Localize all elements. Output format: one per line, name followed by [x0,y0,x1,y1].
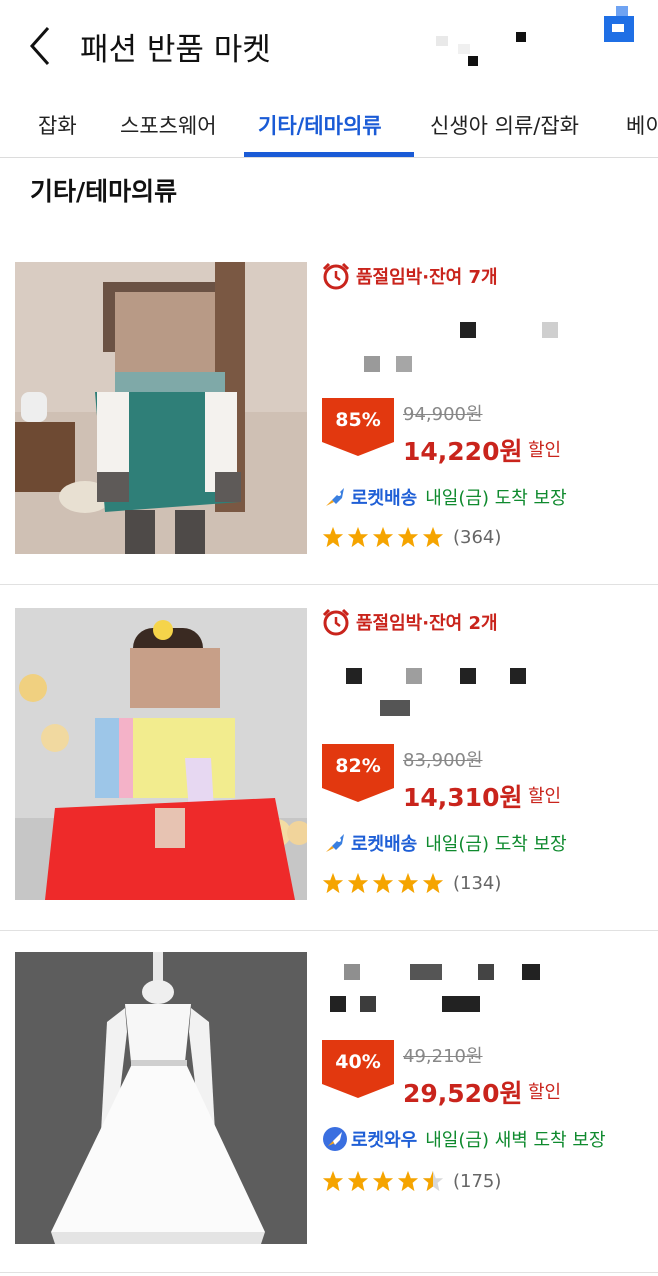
sale-price: 29,520원 [403,1079,523,1108]
sale-price: 14,220원 [403,437,523,466]
discount-badge: 85% [322,398,394,456]
review-count: (364) [453,526,502,548]
star-icon [372,526,394,548]
section-title: 기타/테마의류 [30,177,178,206]
rocket-wow-icon [323,1127,347,1151]
stock-alert-text: 품절임박·잔여 2개 [356,613,498,634]
sale-suffix: 할인 [528,786,562,807]
delivery-brand: 로켓배송 [351,488,418,509]
star-icon [322,1170,344,1192]
star-icon [397,526,419,548]
discount-badge: 40% [322,1040,394,1098]
rating: (175) [322,1170,501,1192]
review-count: (134) [453,872,502,894]
discount-badge: 82% [322,744,394,802]
star-rating [322,526,447,548]
product-card[interactable]: 품절임박·잔여 2개 82% 83,900원 14,310원 할인 로켓배송 내… [0,608,658,930]
app-logo-icon [604,6,634,42]
delivery-text: 내일(금) 도착 보장 [425,488,567,509]
sale-price: 14,310원 [403,783,523,812]
sale-suffix: 할인 [528,440,562,461]
star-icon [322,526,344,548]
star-icon [347,526,369,548]
delivery-brand: 로켓배송 [351,834,418,855]
product-card[interactable]: 품절임박·잔여 7개 85% 94,900원 14,220원 할인 로켓배송 내… [0,262,658,584]
star-icon [422,872,444,894]
tab-newborn[interactable]: 신생아 의류/잡화 [430,110,579,140]
tab-baby[interactable]: 베이 [626,110,658,140]
star-icon [347,872,369,894]
stock-alert: 품절임박·잔여 2개 [322,608,498,636]
rocket-icon [326,488,344,506]
star-icon [397,1170,419,1192]
star-icon [397,872,419,894]
category-tabs: 잡화 스포츠웨어 기타/테마의류 신생아 의류/잡화 베이 [0,92,658,158]
star-icon [372,872,394,894]
product-image[interactable] [15,952,307,1244]
chevron-left-icon [29,27,50,65]
delivery-text: 내일(금) 새벽 도착 보장 [425,1130,606,1151]
original-price: 49,210원 [403,1046,483,1067]
star-icon [372,1170,394,1192]
alarm-clock-icon [322,608,350,636]
sale-suffix: 할인 [528,1082,562,1103]
rating: (364) [322,526,501,548]
app-header: 패션 반품 마켓 [0,0,658,90]
tab-sportswear[interactable]: 스포츠웨어 [120,110,217,140]
star-icon [422,526,444,548]
alarm-clock-icon [322,262,350,290]
delivery-brand: 로켓와우 [351,1130,418,1151]
star-rating [322,1170,447,1192]
delivery-info: 로켓와우 내일(금) 새벽 도착 보장 [322,1126,606,1152]
delivery-info: 로켓배송 내일(금) 도착 보장 [322,830,567,856]
back-button[interactable] [22,22,62,70]
tab-theme-clothing[interactable]: 기타/테마의류 [258,110,382,140]
rocket-icon [326,834,344,852]
stock-alert: 품절임박·잔여 7개 [322,262,498,290]
original-price: 94,900원 [403,404,483,425]
divider [0,584,658,585]
half-star-icon [422,1170,444,1192]
active-tab-indicator [244,152,414,157]
stock-alert-text: 품절임박·잔여 7개 [356,267,498,288]
divider [0,1272,658,1273]
delivery-text: 내일(금) 도착 보장 [425,834,567,855]
product-image[interactable] [15,608,307,900]
product-card[interactable]: 40% 49,210원 29,520원 할인 로켓와우 내일(금) 새벽 도착 … [0,952,658,1252]
product-image[interactable] [15,262,307,554]
original-price: 83,900원 [403,750,483,771]
rating: (134) [322,872,501,894]
tab-accessories[interactable]: 잡화 [38,110,77,140]
divider [0,930,658,931]
delivery-info: 로켓배송 내일(금) 도착 보장 [322,484,567,510]
star-rating [322,872,447,894]
star-icon [322,872,344,894]
page-title: 패션 반품 마켓 [80,32,271,68]
star-icon [347,1170,369,1192]
review-count: (175) [453,1170,502,1192]
